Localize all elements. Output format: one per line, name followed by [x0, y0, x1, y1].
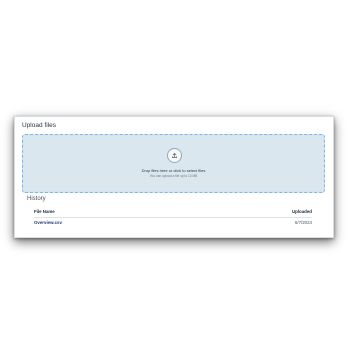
history-title: History — [27, 196, 46, 202]
upload-files-card: Upload files Drop files here or click to… — [14, 116, 334, 238]
dropzone-secondary-text: You can upload a file up to 10 MB — [149, 174, 198, 178]
upload-icon — [167, 148, 182, 163]
column-header-uploaded[interactable]: Uploaded — [292, 209, 312, 214]
history-table-header: File Name Uploaded — [34, 208, 312, 218]
dropzone-primary-text: Drop files here or click to select files — [141, 168, 206, 173]
page: Upload files Drop files here or click to… — [0, 0, 347, 347]
file-name-link[interactable]: Overview.csv — [34, 220, 62, 225]
file-dropzone[interactable]: Drop files here or click to select files… — [22, 134, 325, 193]
card-title: Upload files — [22, 122, 56, 129]
column-header-file-name[interactable]: File Name — [34, 209, 55, 214]
uploaded-date: 6/7/2024 — [294, 220, 312, 225]
table-row: Overview.csv 6/7/2024 — [34, 219, 312, 227]
